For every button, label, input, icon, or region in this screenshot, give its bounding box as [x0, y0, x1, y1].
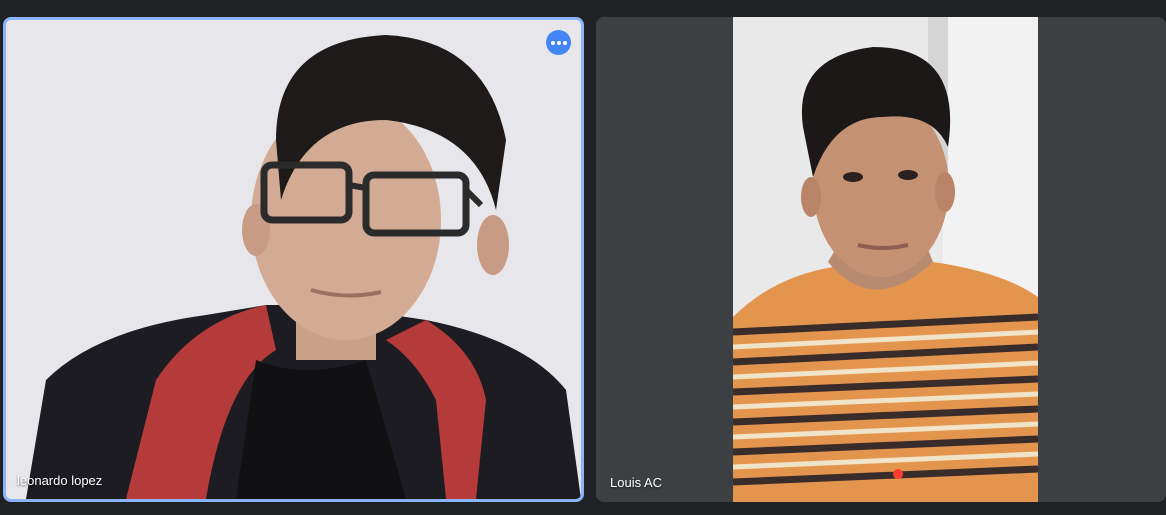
- more-horizontal-icon-dot: [556, 40, 561, 45]
- participant-name: leonardo lopez: [17, 473, 103, 488]
- more-options-button[interactable]: [546, 30, 571, 55]
- participant-name: Louis AC: [610, 475, 663, 490]
- participant-tile-louis-ac[interactable]: Louis AC: [596, 17, 1166, 502]
- participant-video-frame: [6, 20, 581, 499]
- participant-video: [733, 17, 1038, 502]
- more-horizontal-icon: [550, 40, 555, 45]
- more-horizontal-icon-dot: [562, 40, 567, 45]
- participant-tile-leonardo-lopez[interactable]: leonardo lopez: [3, 17, 584, 502]
- participant-video: [6, 20, 581, 499]
- video-grid: leonardo lopez Louis AC: [0, 0, 1166, 515]
- participant-video-frame: [733, 17, 1038, 502]
